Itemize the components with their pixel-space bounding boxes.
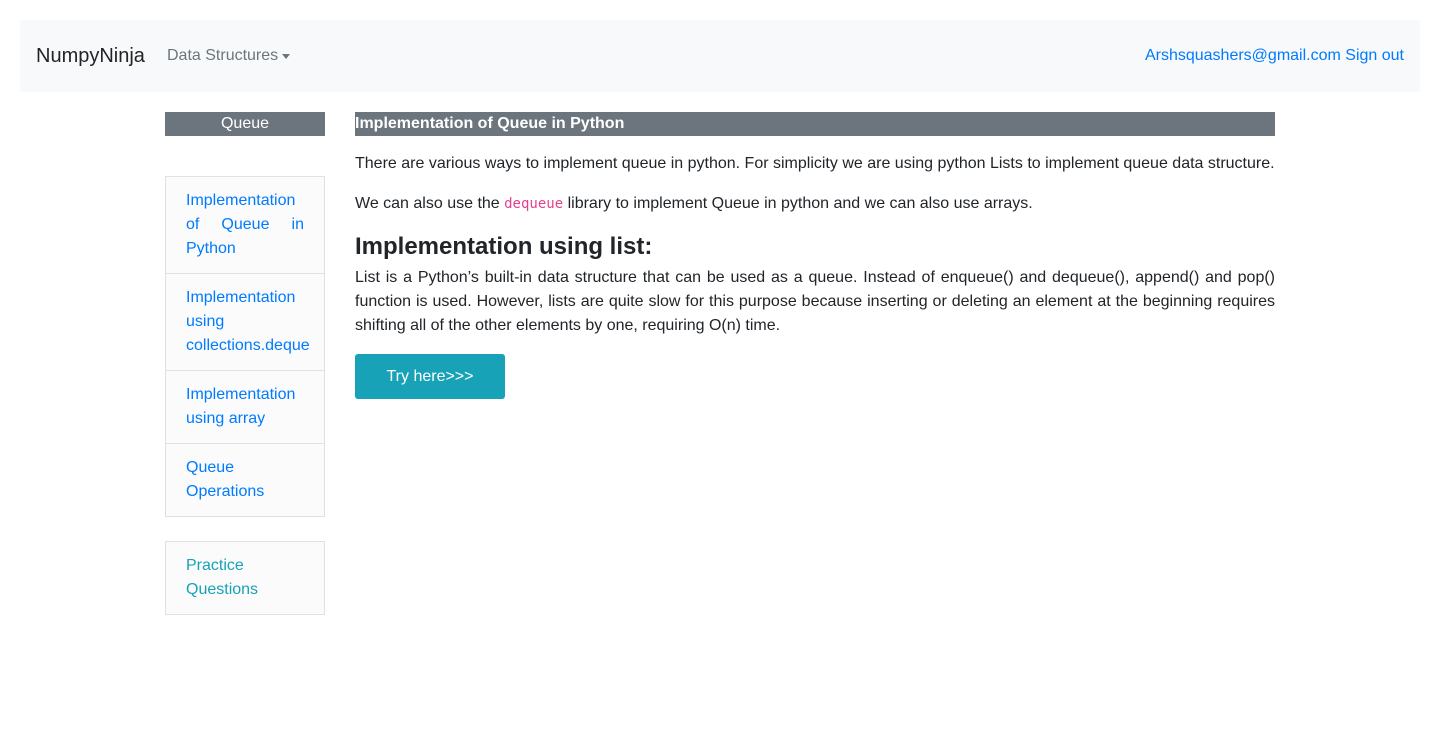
sidebar: Queue Implementation of Queue in Python … xyxy=(165,112,325,615)
sidebar-item-collections-deque: Implementation using collections.deque xyxy=(166,273,324,370)
caret-down-icon xyxy=(282,53,291,59)
deque-text-after: library to implement Queue in python and… xyxy=(563,195,1033,212)
sidebar-item-array: Implementation using array xyxy=(166,370,324,443)
user-nav: Arshsquashers@gmail.com Sign out xyxy=(1145,44,1404,68)
deque-text-before: We can also use the xyxy=(355,195,505,212)
intro-paragraph: There are various ways to implement queu… xyxy=(355,155,1275,172)
list-paragraph: List is a Python’s built-in data structu… xyxy=(355,269,1275,334)
sidebar-topic-list: Implementation of Queue in Python Implem… xyxy=(165,176,325,517)
sign-out-link[interactable]: Sign out xyxy=(1345,47,1404,64)
sidebar-link-collections-deque[interactable]: Implementation using collections.deque xyxy=(186,289,310,354)
practice-questions-link[interactable]: Practice Questions xyxy=(186,557,258,598)
top-navbar: NumpyNinja Data Structures Arshsquashers… xyxy=(20,20,1420,92)
page-title: Implementation of Queue in Python xyxy=(355,112,1275,136)
sidebar-item-queue-operations: Queue Operations xyxy=(166,443,324,516)
deque-paragraph: We can also use the dequeue library to i… xyxy=(355,192,1275,216)
dropdown-label: Data Structures xyxy=(167,47,279,64)
main-content: Implementation of Queue in Python There … xyxy=(355,112,1275,399)
data-structures-dropdown[interactable]: Data Structures xyxy=(167,44,291,68)
sidebar-link-queue-operations[interactable]: Queue Operations xyxy=(186,459,264,500)
sidebar-title: Queue xyxy=(165,112,325,136)
sidebar-item-queue-in-python: Implementation of Queue in Python xyxy=(166,177,324,273)
sidebar-link-array[interactable]: Implementation using array xyxy=(186,386,295,427)
practice-questions-box: Practice Questions xyxy=(165,541,325,615)
dequeue-code: dequeue xyxy=(504,196,564,212)
brand-link[interactable]: NumpyNinja xyxy=(36,44,145,68)
section-heading: Implementation using list: xyxy=(355,233,653,260)
user-email-link[interactable]: Arshsquashers@gmail.com xyxy=(1145,47,1341,64)
sidebar-link-queue-in-python[interactable]: Implementation of Queue in Python xyxy=(186,189,304,261)
try-here-button[interactable]: Try here>>> xyxy=(355,354,505,399)
